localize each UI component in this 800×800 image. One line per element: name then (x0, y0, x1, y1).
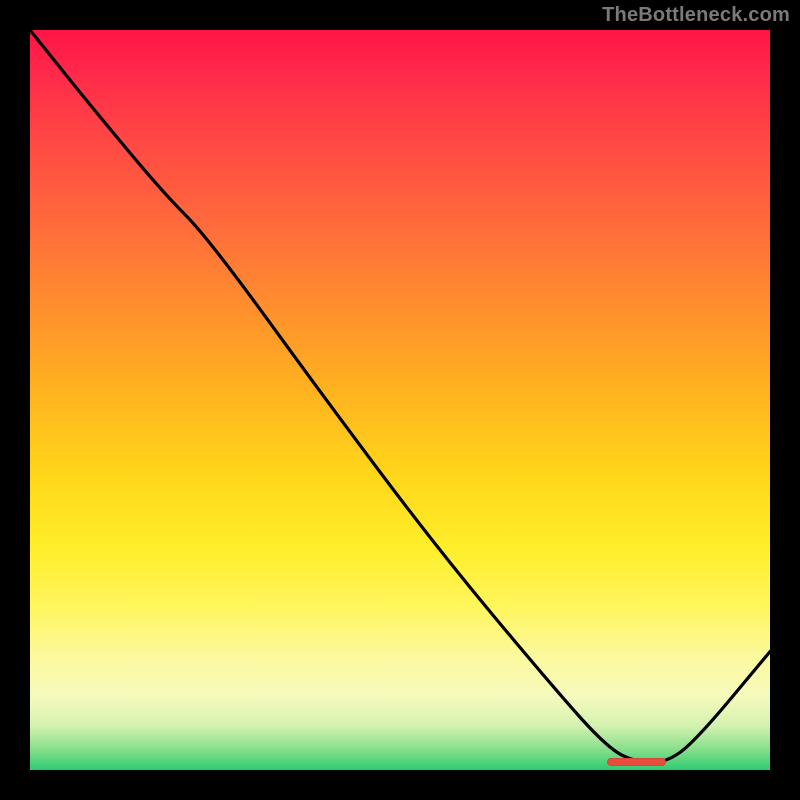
optimal-range-marker (607, 758, 666, 766)
bottleneck-curve (30, 30, 770, 770)
chart-frame: TheBottleneck.com (0, 0, 800, 800)
plot-area (30, 30, 770, 770)
watermark-text: TheBottleneck.com (602, 4, 790, 27)
